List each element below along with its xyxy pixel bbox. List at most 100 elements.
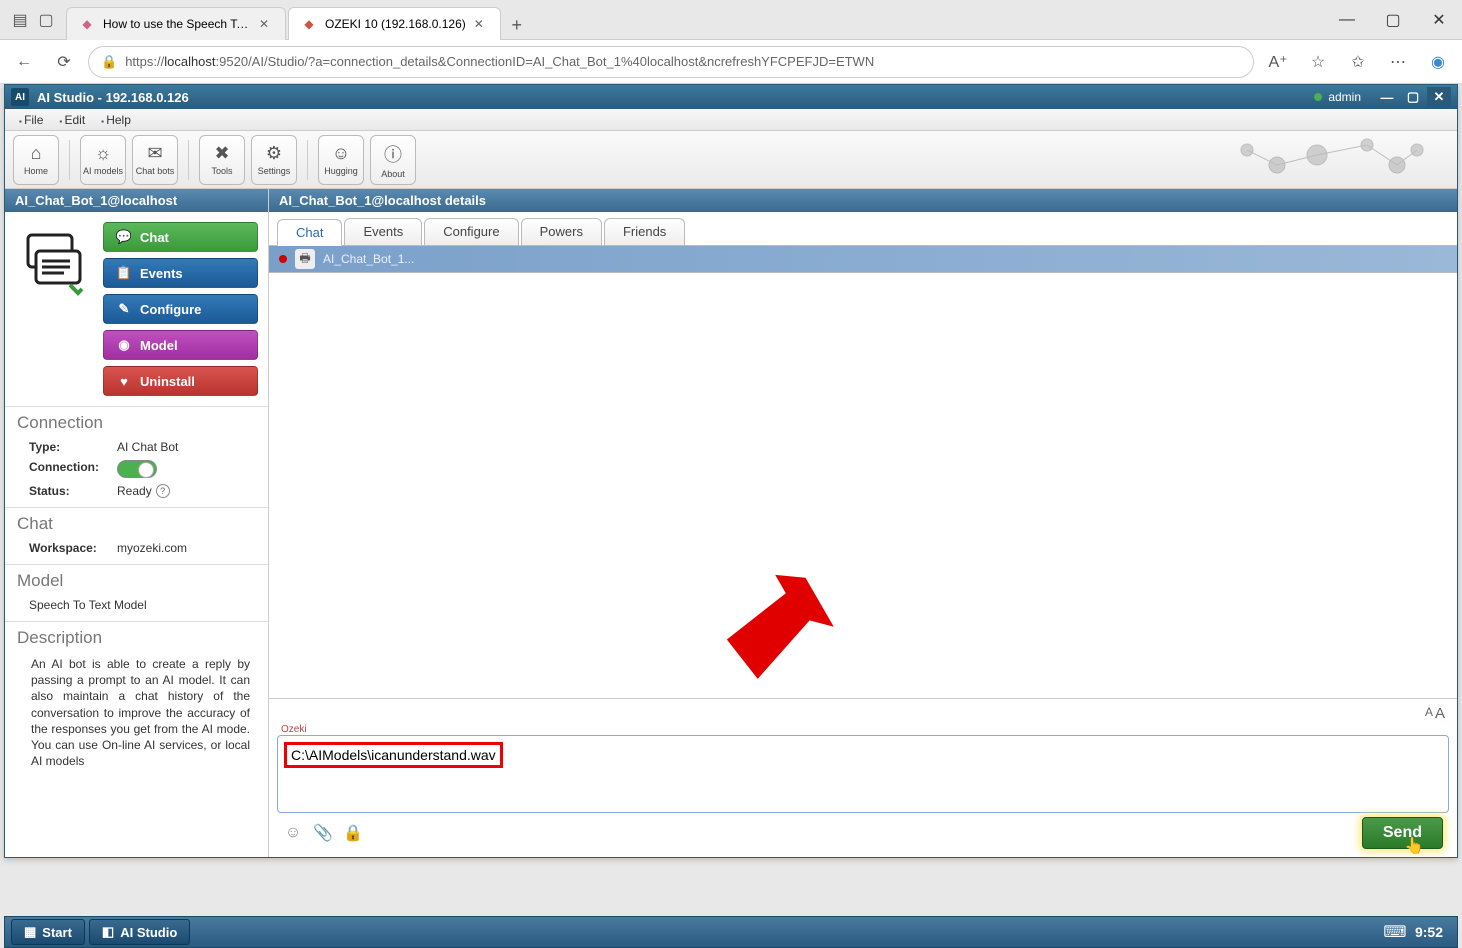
status-value: Ready	[117, 484, 152, 498]
app-maximize-button[interactable]: ▢	[1401, 87, 1425, 107]
app-minimize-button[interactable]: —	[1375, 87, 1399, 107]
favicon-icon: ◆	[79, 16, 95, 32]
new-tab-button[interactable]: +	[503, 12, 531, 40]
menu-icon[interactable]: ⋯	[1382, 46, 1414, 78]
section-title-chat: Chat	[17, 514, 256, 534]
tab-friends[interactable]: Friends	[604, 218, 685, 245]
send-button[interactable]: Send 👆	[1362, 817, 1443, 849]
start-icon: ▦	[24, 924, 36, 940]
favicon-icon: ◆	[301, 16, 317, 32]
app-toolbar: ⌂Home ☼AI models ✉Chat bots ✖Tools ⚙Sett…	[5, 131, 1457, 189]
close-icon[interactable]: ✕	[259, 17, 273, 31]
tab-chat[interactable]: Chat	[277, 219, 342, 246]
configure-button[interactable]: ✎Configure	[103, 294, 258, 324]
close-window-button[interactable]: ✕	[1416, 0, 1462, 40]
app-title: AI Studio - 192.168.0.126	[37, 90, 1314, 105]
hugging-icon: ☺	[332, 143, 350, 164]
taskbar: ▦Start ◧AI Studio ⌨ 9:52	[4, 916, 1458, 948]
menu-file[interactable]: File	[11, 113, 51, 127]
message-input[interactable]: C:\AIModels\icanunderstand.wav	[277, 735, 1449, 813]
menu-edit[interactable]: Edit	[51, 113, 93, 127]
description-text: An AI bot is able to create a reply by p…	[17, 652, 256, 773]
section-title-description: Description	[17, 628, 256, 648]
tab-powers[interactable]: Powers	[521, 218, 602, 245]
main-header: AI_Chat_Bot_1@localhost details	[269, 189, 1457, 212]
font-size-controls[interactable]: AA	[277, 703, 1449, 724]
chat-messages-area	[269, 273, 1457, 698]
browser-tab-inactive[interactable]: ◆ How to use the Speech To Text m ✕	[66, 7, 286, 40]
uninstall-icon: ♥	[116, 374, 132, 389]
help-icon[interactable]: ?	[156, 484, 170, 498]
start-button[interactable]: ▦Start	[11, 919, 85, 945]
status-dot-icon	[1314, 93, 1322, 101]
chat-participant-label: AI_Chat_Bot_1...	[323, 252, 414, 266]
workspace-value: myozeki.com	[117, 541, 187, 555]
favorites-bar-icon[interactable]: ✩	[1342, 46, 1374, 78]
input-highlight-annotation: C:\AIModels\icanunderstand.wav	[284, 742, 503, 768]
app-menubar: File Edit Help	[5, 109, 1457, 131]
tab-configure[interactable]: Configure	[424, 218, 518, 245]
tab-title: How to use the Speech To Text m	[103, 17, 251, 31]
keyboard-icon[interactable]: ⌨	[1383, 922, 1407, 942]
app-icon: AI	[11, 88, 29, 106]
browser-titlebar: ▤ ▢ ◆ How to use the Speech To Text m ✕ …	[0, 0, 1462, 40]
user-badge[interactable]: admin	[1314, 90, 1361, 104]
message-input-section: AA Ozeki C:\AIModels\icanunderstand.wav …	[269, 698, 1457, 857]
tools-icon: ✖	[214, 143, 229, 164]
menu-help[interactable]: Help	[93, 113, 139, 127]
app-task-icon: ◧	[102, 924, 114, 940]
input-small-label: Ozeki	[277, 724, 1449, 735]
tool-chat-bots[interactable]: ✉Chat bots	[132, 135, 178, 185]
model-button[interactable]: ◉Model	[103, 330, 258, 360]
uninstall-button[interactable]: ♥Uninstall	[103, 366, 258, 396]
tool-home[interactable]: ⌂Home	[13, 135, 59, 185]
home-icon: ⌂	[31, 143, 42, 164]
chat-button[interactable]: 💬Chat	[103, 222, 258, 252]
info-icon: ⓘ	[384, 141, 402, 167]
username-label: admin	[1328, 90, 1361, 104]
refresh-button[interactable]: ⟳	[48, 46, 80, 78]
tab-actions-icon[interactable]: ▤	[12, 12, 28, 28]
sidebar: AI_Chat_Bot_1@localhost 💬Chat 📋Events ✎C…	[5, 189, 269, 857]
lock-icon: 🔒	[101, 54, 117, 70]
lock-icon[interactable]: 🔒	[343, 823, 363, 843]
tool-about[interactable]: ⓘAbout	[370, 135, 416, 185]
favorite-icon[interactable]: ☆	[1302, 46, 1334, 78]
connection-toggle[interactable]	[117, 460, 157, 478]
app-close-button[interactable]: ✕	[1427, 87, 1451, 107]
attachment-icon[interactable]: 📎	[313, 823, 333, 843]
tool-tools[interactable]: ✖Tools	[199, 135, 245, 185]
browser-tab-active[interactable]: ◆ OZEKI 10 (192.168.0.126) ✕	[288, 7, 501, 40]
events-icon: 📋	[116, 265, 132, 281]
minimize-window-button[interactable]: —	[1324, 0, 1370, 40]
close-icon[interactable]: ✕	[474, 17, 488, 31]
model-icon: ◉	[116, 337, 132, 353]
tool-ai-models[interactable]: ☼AI models	[80, 135, 126, 185]
bot-icon	[15, 222, 95, 312]
detail-tabs: Chat Events Configure Powers Friends	[269, 212, 1457, 245]
tool-hugging[interactable]: ☺Hugging	[318, 135, 364, 185]
address-bar[interactable]: 🔒 https://localhost:9520/AI/Studio/?a=co…	[88, 46, 1254, 78]
chat-bots-icon: ✉	[147, 143, 162, 164]
copilot-icon[interactable]: ◉	[1422, 46, 1454, 78]
tab-events[interactable]: Events	[344, 218, 422, 245]
connection-type-value: AI Chat Bot	[117, 440, 178, 454]
chat-participant-row[interactable]: 🖶 AI_Chat_Bot_1...	[269, 245, 1457, 273]
taskbar-app-button[interactable]: ◧AI Studio	[89, 919, 190, 945]
browser-toolbar: ← ⟳ 🔒 https://localhost:9520/AI/Studio/?…	[0, 40, 1462, 84]
tab-overview-icon[interactable]: ▢	[38, 12, 54, 28]
emoji-icon[interactable]: ☺	[283, 823, 303, 843]
maximize-window-button[interactable]: ▢	[1370, 0, 1416, 40]
chat-icon: 💬	[116, 229, 132, 245]
read-aloud-icon[interactable]: A⁺	[1262, 46, 1294, 78]
browser-tabs: ◆ How to use the Speech To Text m ✕ ◆ OZ…	[66, 0, 1324, 40]
gear-icon: ⚙	[266, 143, 282, 164]
sidebar-header: AI_Chat_Bot_1@localhost	[5, 189, 268, 212]
back-button[interactable]: ←	[8, 46, 40, 78]
tool-settings[interactable]: ⚙Settings	[251, 135, 297, 185]
bot-small-icon: 🖶	[295, 249, 315, 269]
main-panel: AI_Chat_Bot_1@localhost details Chat Eve…	[269, 189, 1457, 857]
events-button[interactable]: 📋Events	[103, 258, 258, 288]
url-text: https://localhost:9520/AI/Studio/?a=conn…	[125, 54, 874, 69]
message-input-text: C:\AIModels\icanunderstand.wav	[291, 747, 496, 763]
